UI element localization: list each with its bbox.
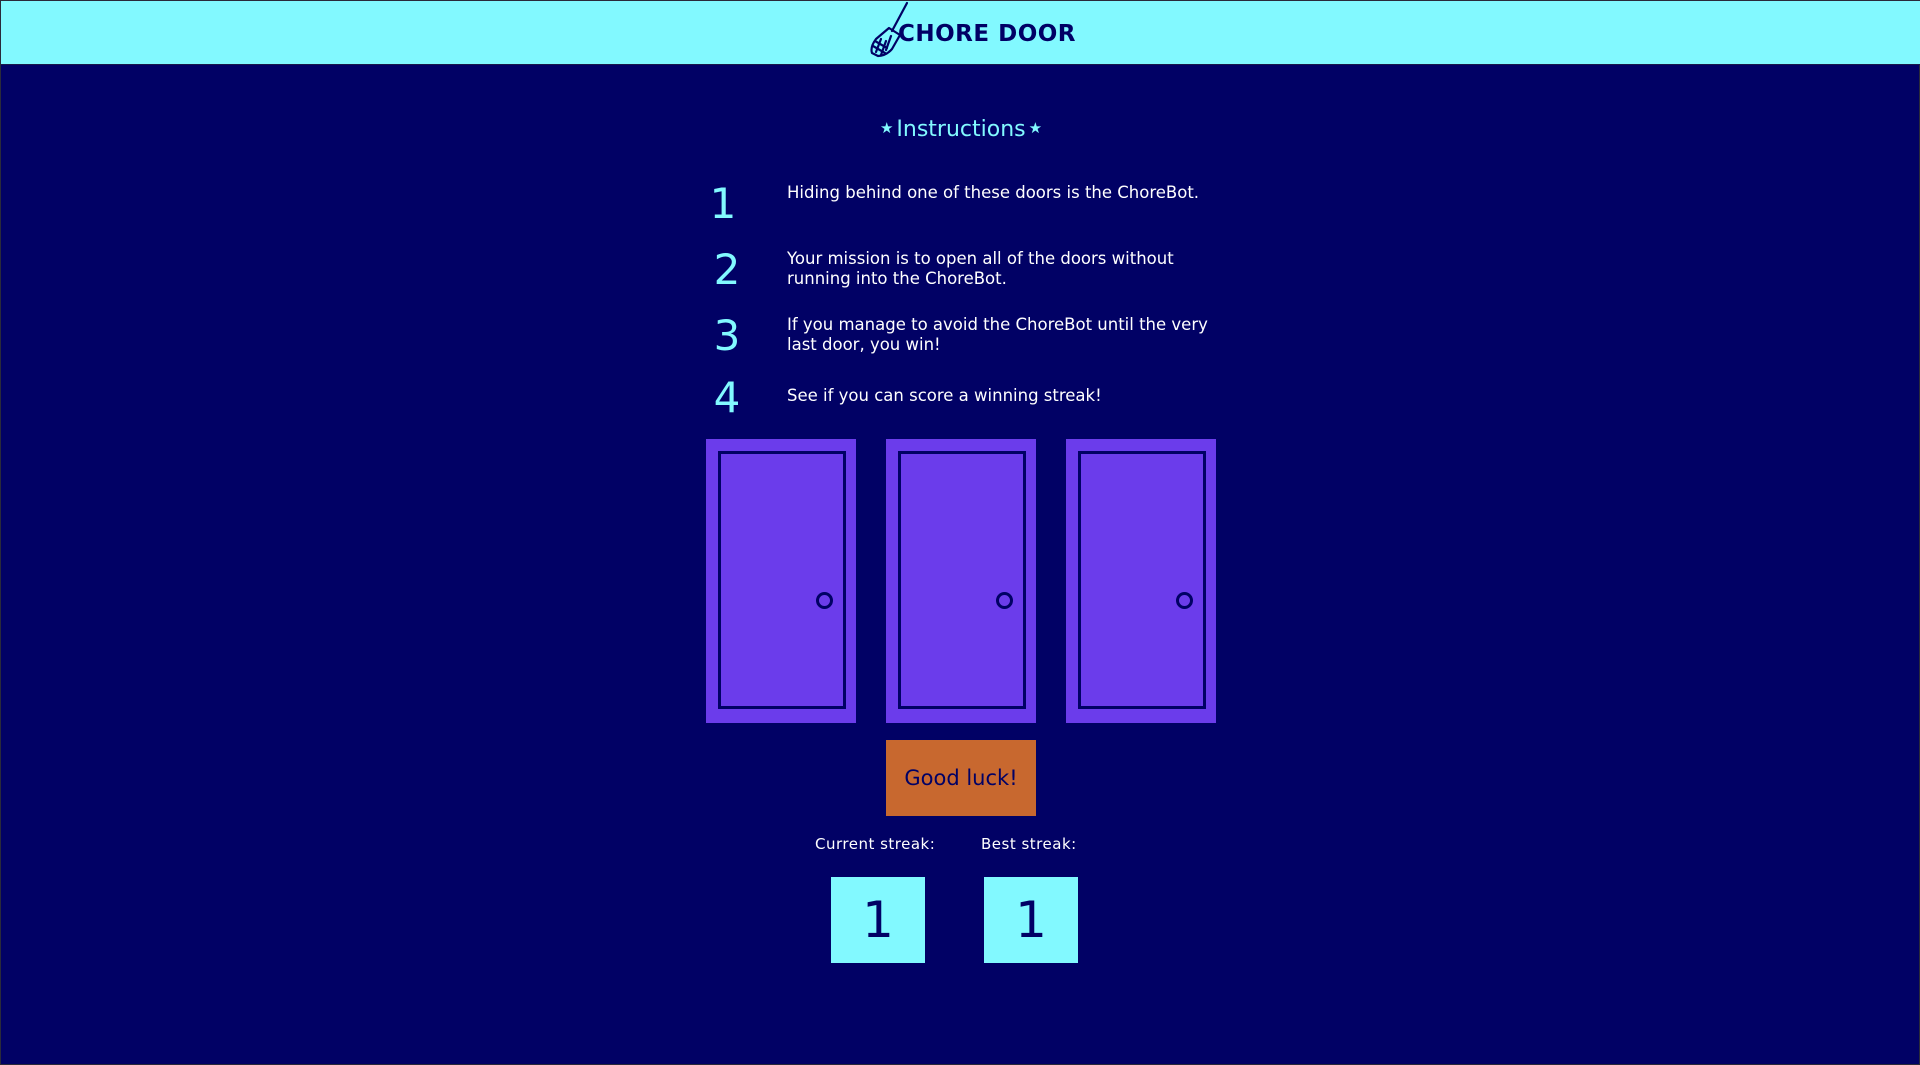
- door-knob-icon: [816, 592, 833, 609]
- door-knob-icon: [996, 592, 1013, 609]
- step-number: 4: [713, 373, 741, 422]
- door-1[interactable]: [706, 439, 856, 723]
- current-streak-value: 1: [831, 877, 925, 963]
- start-button[interactable]: Good luck!: [886, 740, 1036, 816]
- door-2[interactable]: [886, 439, 1036, 723]
- instructions-heading: ★ Instructions ★: [1, 117, 1920, 142]
- header: CHORE DOOR: [1, 1, 1920, 65]
- app-title: CHORE DOOR: [898, 21, 1077, 47]
- best-streak-label: Best streak:: [981, 835, 1077, 853]
- step-text: Your mission is to open all of the doors…: [787, 249, 1174, 288]
- step-text: If you manage to avoid the ChoreBot unti…: [787, 315, 1208, 354]
- best-streak-value: 1: [984, 877, 1078, 963]
- door-knob-icon: [1176, 592, 1193, 609]
- step-number: 1: [709, 179, 737, 228]
- door-3[interactable]: [1066, 439, 1216, 723]
- step-number: 2: [713, 245, 741, 294]
- step-text: Hiding behind one of these doors is the …: [787, 183, 1200, 202]
- instructions-title: Instructions: [896, 117, 1026, 142]
- step-number: 3: [713, 311, 741, 360]
- step-text: See if you can score a winning streak!: [787, 386, 1102, 405]
- door-panel: [718, 451, 846, 709]
- star-icon: ★: [879, 119, 894, 137]
- current-streak-label: Current streak:: [815, 835, 936, 853]
- star-icon: ★: [1028, 119, 1043, 137]
- door-panel: [898, 451, 1026, 709]
- door-panel: [1078, 451, 1206, 709]
